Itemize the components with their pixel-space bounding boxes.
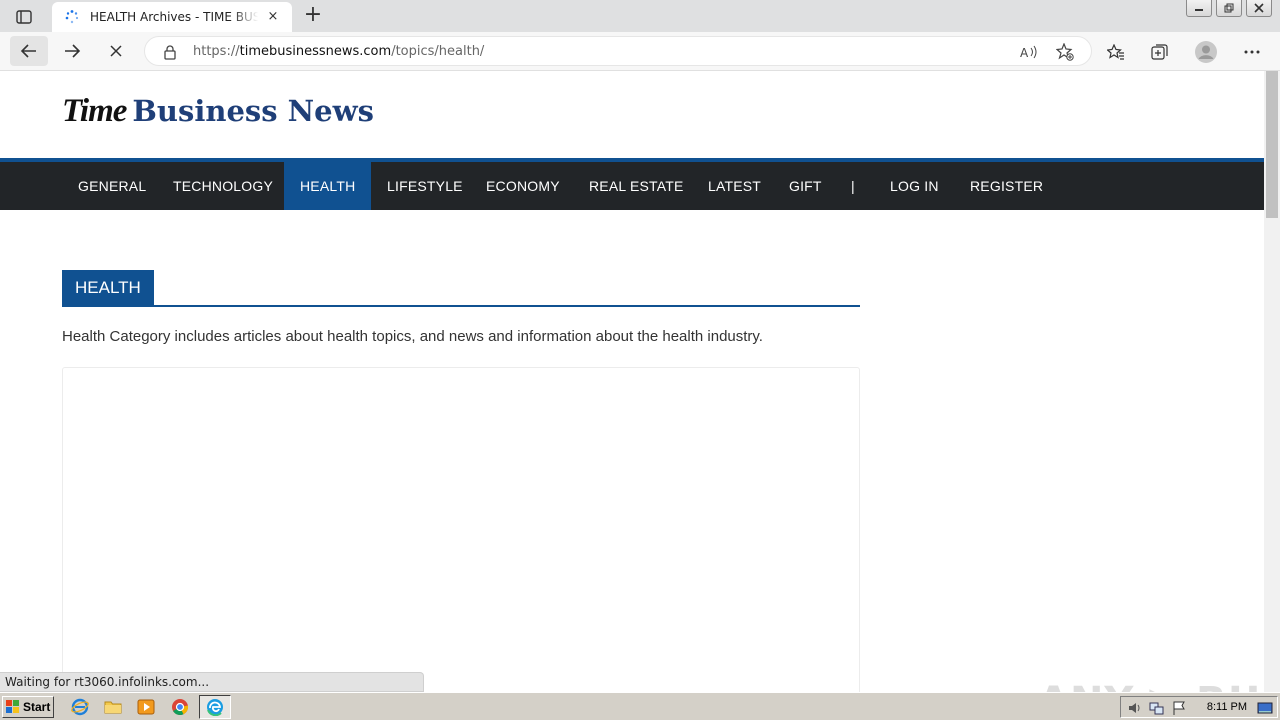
collections-icon[interactable] [1148,40,1172,64]
nav-item-lifestyle[interactable]: LIFESTYLE [371,162,479,210]
start-label: Start [23,700,51,714]
loading-spinner-icon [64,9,80,25]
system-tray: 8:11 PM [1120,696,1278,718]
nav-item-latest[interactable]: LATEST [692,162,777,210]
favorites-icon[interactable] [1104,40,1128,64]
network-icon[interactable] [1149,700,1165,716]
internet-explorer-icon[interactable] [71,698,89,716]
windows-logo-icon [6,700,19,713]
articles-container [62,367,860,692]
more-options-icon[interactable] [1240,40,1264,64]
arrow-right-icon [65,44,81,58]
tab-close-icon[interactable]: × [266,10,280,24]
nav-item-register[interactable]: REGISTER [954,162,1059,210]
nav-item-real-estate[interactable]: REAL ESTATE [573,162,700,210]
browser-tab[interactable]: HEALTH Archives - TIME BUSINESS NEWS × [52,2,292,32]
nav-item-health[interactable]: HEALTH [284,162,372,210]
url-scheme: https:// [193,44,240,59]
lock-icon[interactable] [163,44,177,60]
screen: HEALTH Archives - TIME BUSINESS NEWS × +… [0,0,1280,720]
media-player-icon[interactable] [137,698,155,716]
edge-icon [207,699,223,716]
url-host: timebusinessnews.com [239,44,392,59]
forward-button[interactable] [56,36,88,66]
nav-item-gift[interactable]: GIFT [773,162,838,210]
add-favorite-icon[interactable] [1055,43,1075,61]
status-bar: Waiting for rt3060.infolinks.com... [0,672,424,692]
folder-icon[interactable] [104,698,122,716]
window-controls [1186,0,1272,17]
edge-taskbar-button[interactable] [199,695,231,719]
new-tab-button[interactable]: + [302,4,324,27]
page-scrollbar[interactable] [1264,71,1280,692]
section-description: Health Category includes articles about … [62,328,763,345]
section-header: HEALTH [62,270,860,307]
web-page: Time Business News GENERAL TECHNOLOGY HEA… [0,71,1264,692]
nav-item-economy[interactable]: ECONOMY [470,162,576,210]
section-title: HEALTH [62,270,154,305]
chrome-icon[interactable] [171,698,189,716]
arrow-left-icon [20,44,36,58]
main-navigation: GENERAL TECHNOLOGY HEALTH LIFESTYLE ECON… [0,158,1264,210]
tab-strip: HEALTH Archives - TIME BUSINESS NEWS × + [0,0,1280,32]
scrollbar-thumb[interactable] [1266,71,1278,218]
tab-title: HEALTH Archives - TIME BUSINESS NEWS [90,10,258,24]
anyrun-watermark: ANY ▷ RUN [1038,679,1264,692]
nav-item-log-in[interactable]: LOG IN [874,162,955,210]
stop-loading-button[interactable] [100,36,132,66]
volume-icon[interactable] [1127,700,1143,716]
profile-avatar[interactable] [1194,40,1218,64]
url-path: /topics/health/ [391,44,485,59]
read-aloud-icon[interactable]: A [1019,43,1039,61]
show-desktop-icon[interactable] [1257,700,1273,716]
nav-separator: | [851,178,855,194]
url-text[interactable]: https://timebusinessnews.com/topics/heal… [193,44,484,59]
tab-actions-icon[interactable] [10,6,38,28]
logo-word-time: Time [62,93,127,129]
start-button[interactable]: Start [2,696,54,718]
site-logo[interactable]: Time Business News [62,93,374,130]
taskbar: Start 8:11 PM [0,692,1280,720]
nav-item-technology[interactable]: TECHNOLOGY [157,162,289,210]
restore-icon[interactable] [1216,0,1242,17]
clock[interactable]: 8:11 PM [1207,701,1247,713]
action-center-flag-icon[interactable] [1171,700,1187,716]
address-bar[interactable]: https://timebusinessnews.com/topics/heal… [144,36,1092,66]
minimize-icon[interactable] [1186,0,1212,17]
nav-item-general[interactable]: GENERAL [62,162,162,210]
svg-text:A: A [1020,46,1029,59]
logo-word-business-news: Business News [132,94,374,128]
close-window-icon[interactable] [1246,0,1272,17]
browser-toolbar: https://timebusinessnews.com/topics/heal… [0,32,1280,71]
close-icon [110,45,122,57]
back-button[interactable] [10,36,48,66]
